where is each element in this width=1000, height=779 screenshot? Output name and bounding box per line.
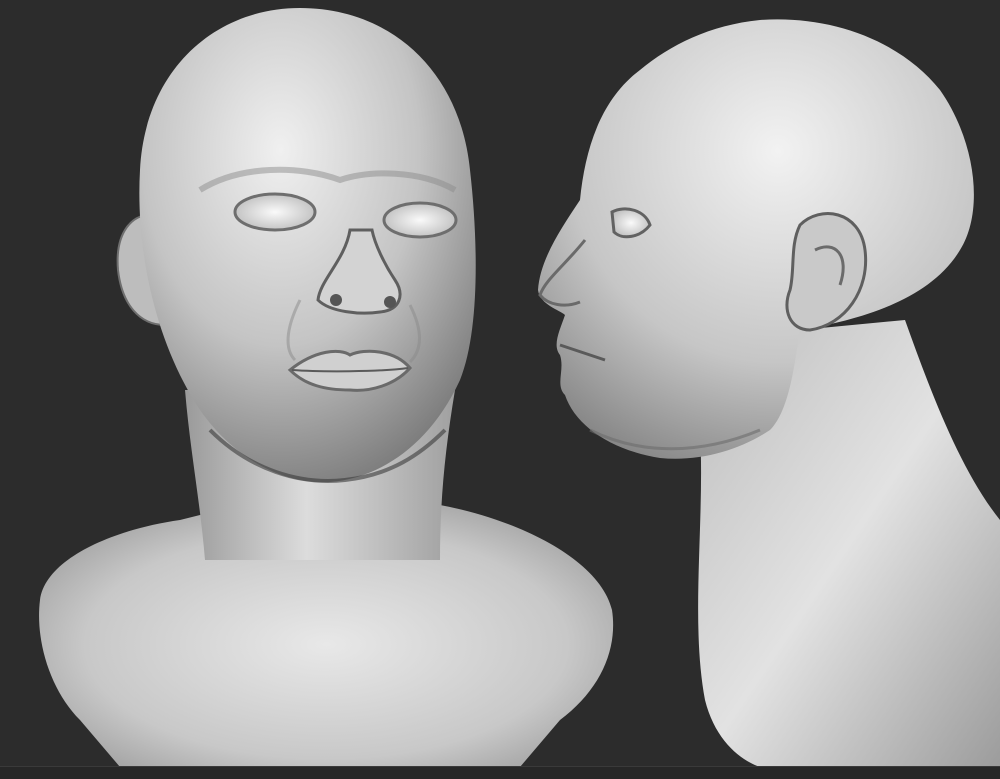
sculpt-viewport[interactable] bbox=[0, 0, 1000, 779]
front-view-head-bust bbox=[39, 8, 614, 767]
sculpt-render bbox=[39, 8, 1000, 767]
front-eye-right bbox=[382, 201, 458, 239]
front-eye-left bbox=[233, 192, 317, 232]
viewport-bottom-strip bbox=[0, 766, 1000, 779]
